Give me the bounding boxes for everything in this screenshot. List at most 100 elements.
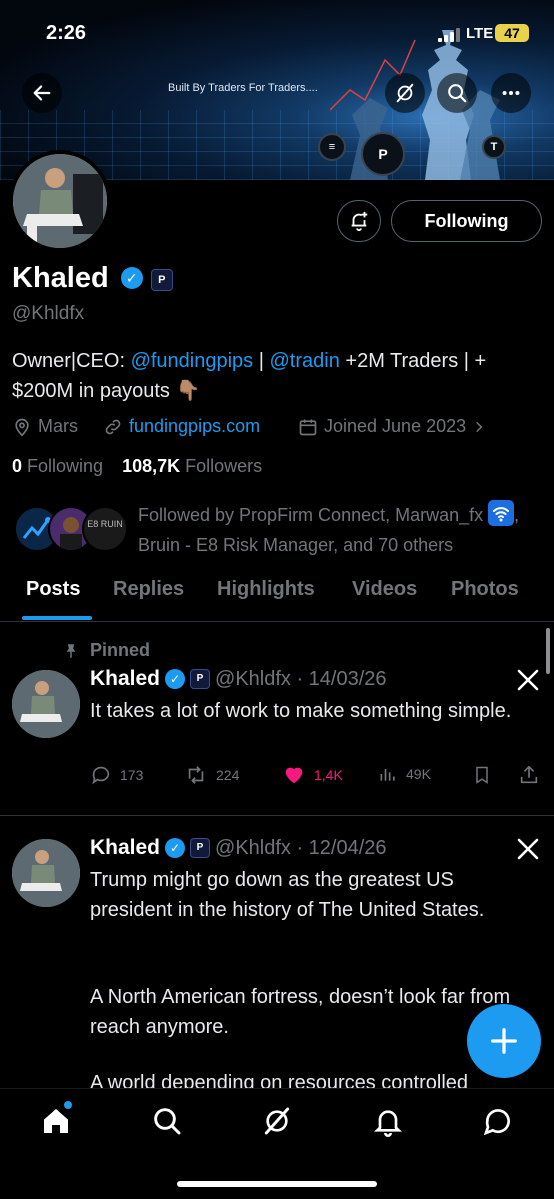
banner-logo-chip-right: T bbox=[482, 135, 506, 159]
home-indicator[interactable] bbox=[177, 1181, 377, 1187]
signal-icon bbox=[438, 28, 462, 42]
x-logo-icon bbox=[516, 837, 542, 863]
repost-icon bbox=[188, 766, 204, 784]
post-handle-date[interactable]: @Khldfx · 12/04/26 bbox=[215, 837, 387, 860]
x-logo-icon bbox=[516, 668, 542, 694]
followed-by-avatars[interactable]: E8 RUIN bbox=[14, 504, 128, 554]
joined-item[interactable]: Joined June 2023 bbox=[298, 416, 486, 437]
followers-label: Followers bbox=[185, 456, 263, 476]
profile-handle: @Khldfx bbox=[12, 303, 85, 324]
website-link[interactable]: fundingpips.com bbox=[129, 416, 260, 437]
post-author-name[interactable]: Khaled bbox=[90, 667, 160, 691]
views-button[interactable]: 49K bbox=[378, 764, 431, 784]
bell-plus-icon bbox=[351, 211, 368, 232]
location-pin-icon bbox=[15, 418, 29, 437]
like-count: 1,4K bbox=[314, 767, 343, 783]
repost-button[interactable]: 224 bbox=[184, 764, 239, 786]
tab-replies[interactable]: Replies bbox=[113, 578, 184, 601]
followed-by-line1: Followed by PropFirm Connect, Marwan_fx bbox=[138, 505, 484, 525]
avatar-person-illustration bbox=[13, 154, 107, 248]
reply-count: 173 bbox=[120, 767, 144, 783]
back-arrow-icon bbox=[33, 85, 51, 101]
more-options-button[interactable] bbox=[491, 73, 531, 113]
status-time: 2:26 bbox=[46, 22, 87, 44]
compose-post-button[interactable] bbox=[467, 1004, 541, 1078]
verified-badge-icon: ✓ bbox=[165, 669, 186, 689]
back-button[interactable] bbox=[22, 73, 62, 113]
tab-posts[interactable]: Posts bbox=[26, 578, 80, 601]
share-icon bbox=[520, 765, 538, 784]
post-header: Khaled ✓ P @Khldfx · 14/03/26 bbox=[90, 667, 387, 691]
profile-tabs: Posts Replies Highlights Videos Photos bbox=[0, 570, 554, 622]
post-author-avatar[interactable] bbox=[12, 670, 80, 738]
followers-count-link[interactable]: 108,7K Followers bbox=[122, 456, 262, 476]
profile-avatar[interactable] bbox=[9, 150, 111, 252]
reply-icon bbox=[92, 766, 110, 785]
reply-button[interactable]: 173 bbox=[90, 764, 143, 786]
home-icon bbox=[44, 1109, 68, 1133]
verified-badge-icon: ✓ bbox=[165, 838, 186, 858]
nav-home[interactable] bbox=[40, 1101, 72, 1142]
following-button[interactable]: Following bbox=[391, 200, 542, 242]
banner-logo-chip-center: P bbox=[361, 132, 405, 176]
status-bar: 2:26 LTE 47 bbox=[0, 0, 554, 66]
follower-avatar-bruin: E8 RUIN bbox=[82, 506, 128, 552]
post-author-name[interactable]: Khaled bbox=[90, 836, 160, 860]
tab-videos[interactable]: Videos bbox=[352, 578, 417, 601]
post-text-paragraph-2[interactable]: A North American fortress, doesn’t look … bbox=[90, 982, 520, 1042]
bio-mention-fundingpips[interactable]: @fundingpips bbox=[131, 350, 254, 372]
pin-icon bbox=[66, 643, 76, 658]
repost-count: 224 bbox=[216, 767, 240, 783]
pinned-indicator: Pinned bbox=[62, 640, 150, 661]
verified-badge-icon[interactable]: ✓ bbox=[120, 267, 143, 289]
chevron-right-icon bbox=[476, 421, 483, 432]
notifications-subscribe-button[interactable] bbox=[337, 200, 381, 242]
search-icon bbox=[154, 1108, 181, 1135]
bell-icon bbox=[374, 1110, 402, 1137]
grok-icon bbox=[396, 83, 414, 103]
heart-filled-icon bbox=[285, 767, 303, 784]
views-chart-icon bbox=[380, 769, 395, 781]
tab-highlights[interactable]: Highlights bbox=[217, 578, 315, 601]
bio-separator: | bbox=[253, 350, 270, 372]
scrollbar[interactable] bbox=[546, 628, 550, 674]
bookmark-button[interactable] bbox=[472, 764, 492, 791]
profile-name: Khaled bbox=[12, 262, 109, 294]
plus-icon bbox=[491, 1028, 517, 1054]
post-text[interactable]: It takes a lot of work to make something… bbox=[90, 696, 520, 726]
search-button[interactable] bbox=[437, 73, 477, 113]
post-divider bbox=[0, 815, 554, 816]
bio-mention-tradin[interactable]: @tradin bbox=[269, 350, 339, 372]
views-count: 49K bbox=[406, 766, 431, 782]
like-button[interactable]: 1,4K bbox=[282, 764, 343, 786]
following-label: Following bbox=[27, 456, 104, 476]
website-item[interactable]: fundingpips.com bbox=[103, 416, 260, 437]
tab-photos[interactable]: Photos bbox=[451, 578, 519, 601]
banner-logo-chip-left: ≡ bbox=[318, 133, 346, 161]
following-count-link[interactable]: 0 Following bbox=[12, 456, 103, 476]
post-author-avatar[interactable] bbox=[12, 839, 80, 907]
grok-button[interactable] bbox=[385, 73, 425, 113]
post-header: Khaled ✓ P @Khldfx · 12/04/26 bbox=[90, 836, 387, 860]
affiliate-badge[interactable]: P bbox=[150, 269, 173, 291]
affiliate-badge: P bbox=[190, 838, 211, 858]
home-notification-dot bbox=[64, 1101, 72, 1109]
nav-grok[interactable] bbox=[261, 1105, 293, 1142]
bookmark-icon bbox=[476, 766, 488, 784]
nav-messages[interactable] bbox=[482, 1105, 514, 1142]
share-button[interactable] bbox=[518, 764, 540, 791]
followed-by-text[interactable]: Followed by PropFirm Connect, Marwan_fx … bbox=[138, 500, 538, 560]
affiliate-badge: P bbox=[190, 669, 211, 689]
post-handle-date[interactable]: @Khldfx · 14/03/26 bbox=[215, 668, 387, 691]
search-icon bbox=[448, 84, 467, 103]
profile-bio: Owner|CEO: @fundingpips | @tradin +2M Tr… bbox=[12, 346, 542, 406]
banner-tagline: Built By Traders For Traders.... bbox=[168, 82, 318, 94]
link-icon bbox=[105, 419, 121, 434]
follow-counts: 0 Following 108,7K Followers bbox=[12, 456, 262, 477]
nav-notifications[interactable] bbox=[372, 1105, 404, 1142]
pinned-label: Pinned bbox=[90, 640, 151, 660]
nav-search[interactable] bbox=[151, 1105, 183, 1142]
following-count: 0 bbox=[12, 456, 23, 476]
message-bubble-icon bbox=[483, 1109, 510, 1136]
post-text-paragraph-1[interactable]: Trump might go down as the greatest US p… bbox=[90, 865, 520, 925]
